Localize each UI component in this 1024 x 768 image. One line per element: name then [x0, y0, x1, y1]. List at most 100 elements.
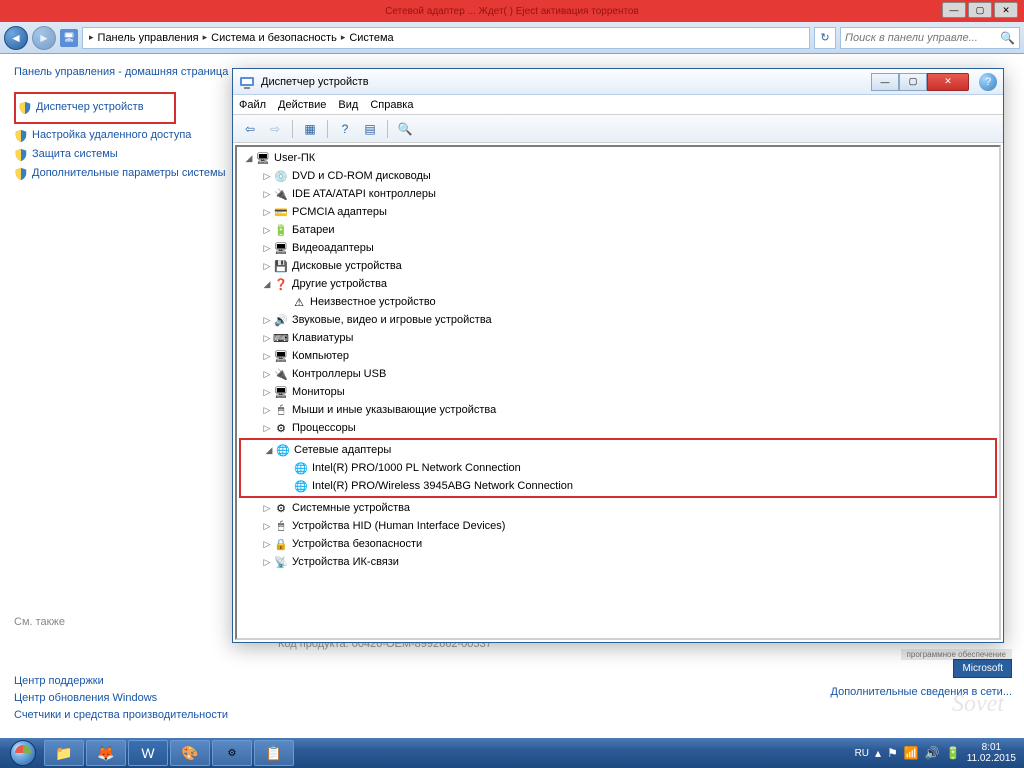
tree-category[interactable]: ▷🔌Контроллеры USB [239, 365, 997, 383]
tree-category[interactable]: ▷🔊Звуковые, видео и игровые устройства [239, 311, 997, 329]
toolbar-show-hidden-button[interactable]: ▦ [299, 118, 321, 140]
window-minimize-button[interactable]: — [871, 73, 899, 91]
tree-category[interactable]: ▷⌨Клавиатуры [239, 329, 997, 347]
tree-category[interactable]: ▷📡Устройства ИК-связи [239, 553, 997, 571]
tree-category[interactable]: ▷🔋Батареи [239, 221, 997, 239]
taskbar-word[interactable]: W [128, 740, 168, 766]
menu-help[interactable]: Справка [370, 99, 413, 111]
device-icon: 🖱 [273, 518, 289, 534]
sidebar-advanced-settings[interactable]: Дополнительные параметры системы [14, 167, 230, 181]
tree-category[interactable]: ▷💾Дисковые устройства [239, 257, 997, 275]
expand-icon[interactable]: ▷ [261, 207, 273, 218]
tree-category[interactable]: ◢❓Другие устройства [239, 275, 997, 293]
toolbar-scan-hardware-button[interactable]: 🔍 [394, 118, 416, 140]
expand-icon[interactable]: ◢ [261, 279, 273, 290]
sidebar-item-label: Центр поддержки [14, 675, 104, 687]
search-input[interactable] [845, 32, 1000, 44]
expand-icon[interactable]: ▷ [261, 521, 273, 532]
taskbar-control-panel[interactable]: ⚙ [212, 740, 252, 766]
clock-date: 11.02.2015 [967, 753, 1016, 764]
tree-network-device[interactable]: 🌐Intel(R) PRO/Wireless 3945ABG Network C… [241, 477, 995, 495]
language-indicator[interactable]: RU [855, 748, 869, 759]
sidebar-windows-update[interactable]: Центр обновления Windows [14, 692, 228, 704]
more-info-link[interactable]: Дополнительные сведения в сети... [831, 686, 1013, 698]
tree-category[interactable]: ▷⚙Процессоры [239, 419, 997, 437]
tree-category[interactable]: ▷⚙Системные устройства [239, 499, 997, 517]
action-center-icon[interactable]: ⚑ [887, 746, 898, 760]
expand-icon[interactable]: ▷ [261, 503, 273, 514]
expand-icon[interactable]: ▷ [261, 351, 273, 362]
taskbar-firefox[interactable]: 🦊 [86, 740, 126, 766]
device-tree[interactable]: ◢ 🖥 User-ПК ▷💿DVD и CD-ROM дисководы▷🔌ID… [235, 145, 1001, 640]
tree-category[interactable]: ▷🔌IDE ATA/ATAPI контроллеры [239, 185, 997, 203]
tree-unknown-device[interactable]: ⚠Неизвестное устройство [239, 293, 997, 311]
menu-view[interactable]: Вид [338, 99, 358, 111]
control-panel-home-link[interactable]: Панель управления - домашняя страница [14, 66, 230, 78]
back-button[interactable]: ◄ [4, 26, 28, 50]
tree-network-device[interactable]: 🌐Intel(R) PRO/1000 PL Network Connection [241, 459, 995, 477]
expand-icon[interactable]: ◢ [243, 153, 255, 164]
toolbar-properties-button[interactable]: ▤ [359, 118, 381, 140]
forward-button[interactable]: ► [32, 26, 56, 50]
breadcrumb-item[interactable]: Панель управления [98, 32, 199, 44]
expand-icon[interactable]: ▷ [261, 423, 273, 434]
window-maximize-button[interactable]: ▢ [899, 73, 927, 91]
expand-icon[interactable]: ▷ [261, 315, 273, 326]
window-close-button[interactable]: ✕ [927, 73, 969, 91]
minimize-button[interactable]: — [942, 2, 966, 18]
volume-icon[interactable]: 🔊 [925, 746, 940, 760]
tree-category[interactable]: ▷💿DVD и CD-ROM дисководы [239, 167, 997, 185]
expand-icon[interactable]: ▷ [261, 557, 273, 568]
expand-icon[interactable]: ▷ [261, 189, 273, 200]
sidebar-action-center[interactable]: Центр поддержки [14, 675, 228, 687]
breadcrumb[interactable]: ▸ Панель управления ▸ Система и безопасн… [82, 27, 810, 49]
expand-icon[interactable]: ▷ [261, 261, 273, 272]
device-icon: 🔌 [273, 186, 289, 202]
clock[interactable]: 8:01 11.02.2015 [967, 742, 1016, 764]
expand-icon[interactable]: ▷ [261, 405, 273, 416]
breadcrumb-item[interactable]: Система [349, 32, 393, 44]
sidebar-system-protection[interactable]: Защита системы [14, 148, 230, 162]
taskbar-explorer[interactable]: 📁 [44, 740, 84, 766]
tree-category[interactable]: ▷🖱Устройства HID (Human Interface Device… [239, 517, 997, 535]
tree-category[interactable]: ▷🖥Компьютер [239, 347, 997, 365]
tree-category[interactable]: ▷🔒Устройства безопасности [239, 535, 997, 553]
toolbar-help-button[interactable]: ? [334, 118, 356, 140]
tray-chevron-icon[interactable]: ▴ [875, 746, 881, 760]
sidebar-remote-settings[interactable]: Настройка удаленного доступа [14, 129, 230, 143]
expand-icon[interactable]: ▷ [261, 333, 273, 344]
expand-icon[interactable]: ◢ [263, 445, 275, 456]
expand-icon[interactable]: ▷ [261, 243, 273, 254]
network-icon[interactable]: 📶 [904, 746, 919, 760]
expand-icon[interactable]: ▷ [261, 539, 273, 550]
sidebar-performance[interactable]: Счетчики и средства производительности [14, 709, 228, 721]
tree-category[interactable]: ▷🖥Мониторы [239, 383, 997, 401]
breadcrumb-item[interactable]: Система и безопасность [211, 32, 337, 44]
expand-icon[interactable]: ▷ [261, 225, 273, 236]
expand-icon[interactable]: ▷ [261, 387, 273, 398]
toolbar-back-button[interactable]: ⇦ [239, 118, 261, 140]
help-button[interactable]: ? [979, 73, 997, 91]
tree-label: Батареи [292, 224, 335, 236]
expand-icon[interactable]: ▷ [261, 369, 273, 380]
battery-icon[interactable]: 🔋 [946, 746, 961, 760]
window-titlebar[interactable]: Диспетчер устройств — ▢ ✕ ? [233, 69, 1003, 95]
taskbar-app[interactable]: 📋 [254, 740, 294, 766]
taskbar-paint[interactable]: 🎨 [170, 740, 210, 766]
toolbar-forward-button[interactable]: ⇨ [264, 118, 286, 140]
tree-category[interactable]: ▷🖱Мыши и иные указывающие устройства [239, 401, 997, 419]
sidebar-device-manager[interactable]: Диспетчер устройств [18, 101, 144, 115]
search-icon[interactable]: 🔍 [1000, 31, 1015, 45]
tree-network-adapters[interactable]: ◢🌐Сетевые адаптеры [241, 441, 995, 459]
expand-icon[interactable]: ▷ [261, 171, 273, 182]
maximize-button[interactable]: ▢ [968, 2, 992, 18]
tree-category[interactable]: ▷🖥Видеоадаптеры [239, 239, 997, 257]
search-box[interactable]: 🔍 [840, 27, 1020, 49]
refresh-button[interactable]: ↻ [814, 27, 836, 49]
tree-root[interactable]: ◢ 🖥 User-ПК [239, 149, 997, 167]
start-button[interactable] [4, 739, 42, 767]
menu-file[interactable]: Файл [239, 99, 266, 111]
menu-action[interactable]: Действие [278, 99, 326, 111]
close-button[interactable]: ✕ [994, 2, 1018, 18]
tree-category[interactable]: ▷💳PCMCIA адаптеры [239, 203, 997, 221]
